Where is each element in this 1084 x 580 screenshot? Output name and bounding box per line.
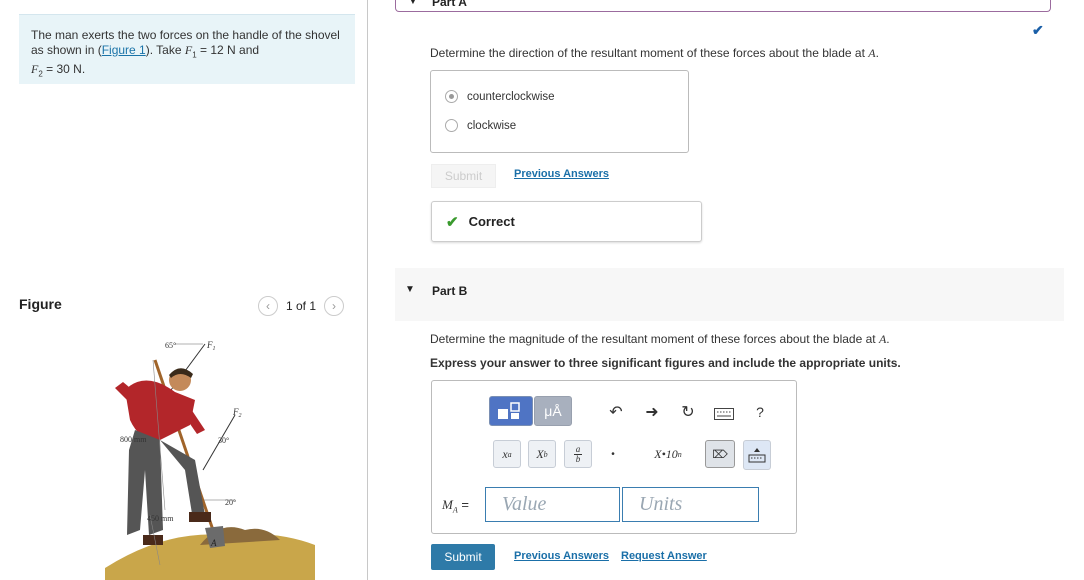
part-b-previous-answers-link[interactable]: Previous Answers <box>514 550 609 562</box>
part-b-instruction: Express your answer to three significant… <box>430 356 901 370</box>
column-divider <box>367 0 368 580</box>
redo-icon[interactable]: ➜ <box>641 401 663 423</box>
subscript-button[interactable]: Xb <box>528 440 556 468</box>
units-button[interactable]: μÅ <box>534 396 572 426</box>
superscript-button[interactable]: xa <box>493 440 521 468</box>
part-a-question: Determine the direction of the resultant… <box>430 46 879 60</box>
part-a-submit-button[interactable]: Submit <box>431 164 496 188</box>
part-b-question: Determine the magnitude of the resultant… <box>430 332 890 346</box>
figure-navigation: ‹ 1 of 1 › <box>258 296 345 316</box>
keyboard-icon[interactable] <box>713 403 735 425</box>
figure-title: Figure <box>19 296 62 312</box>
scientific-notation-button[interactable]: X•10 n <box>638 440 698 468</box>
undo-icon[interactable]: ↶ <box>605 401 627 423</box>
request-answer-link[interactable]: Request Answer <box>621 550 707 562</box>
value-input[interactable]: Value <box>485 487 620 522</box>
dot-button[interactable]: • <box>602 443 624 465</box>
distance-800-label: 800 mm <box>120 435 147 444</box>
option-counterclockwise[interactable]: counterclockwise <box>445 90 555 103</box>
reset-icon[interactable]: ↻ <box>677 401 699 423</box>
part-a-previous-answers-link[interactable]: Previous Answers <box>514 168 609 180</box>
point-a-label: A <box>210 538 217 548</box>
answer-options: counterclockwise clockwise <box>430 70 689 153</box>
f2-sub-label: 2 <box>239 413 242 419</box>
figure-link[interactable]: Figure 1 <box>102 43 146 57</box>
keyboard-toggle-icon[interactable] <box>743 440 771 470</box>
f1-sub-label: 1 <box>213 346 216 352</box>
radio-selected-icon[interactable] <box>445 90 458 103</box>
part-a-label: Part A <box>432 0 467 9</box>
feedback-correct: ✔ Correct <box>431 201 702 242</box>
option-clockwise[interactable]: clockwise <box>445 119 516 132</box>
chevron-left-icon[interactable]: ‹ <box>258 296 278 316</box>
part-b-submit-button[interactable]: Submit <box>431 544 495 570</box>
check-icon: ✔ <box>1032 22 1044 38</box>
caret-down-icon[interactable]: ▼ <box>408 0 418 7</box>
delete-icon[interactable]: ⌦ <box>705 440 735 468</box>
radio-icon[interactable] <box>445 119 458 132</box>
angle-30-label: 30° <box>218 436 229 445</box>
part-a-header[interactable]: ▼ Part A <box>395 0 1051 12</box>
answer-label: MA = <box>442 497 469 515</box>
fraction-button[interactable]: a b <box>564 440 592 468</box>
angle-65-label: 65° <box>165 341 176 350</box>
figure-counter: 1 of 1 <box>286 299 317 313</box>
shovel-figure: 65° F1 F2 30° 800 mm 20° 450 mm A <box>105 340 315 580</box>
units-input[interactable]: Units <box>622 487 759 522</box>
check-icon: ✔ <box>446 213 459 231</box>
part-b-label: Part B <box>432 284 468 298</box>
angle-20-label: 20° <box>225 498 236 507</box>
svg-text:F1: F1 <box>206 340 216 352</box>
caret-down-icon[interactable]: ▼ <box>405 284 415 295</box>
templates-button[interactable] <box>489 396 533 426</box>
distance-450-label: 450 mm <box>147 514 174 523</box>
help-button[interactable]: ? <box>749 401 771 423</box>
part-b-header[interactable]: ▼ Part B <box>395 268 1064 321</box>
problem-statement: The man exerts the two forces on the han… <box>19 14 355 84</box>
chevron-right-icon[interactable]: › <box>324 296 345 316</box>
templates-icon <box>498 402 520 419</box>
